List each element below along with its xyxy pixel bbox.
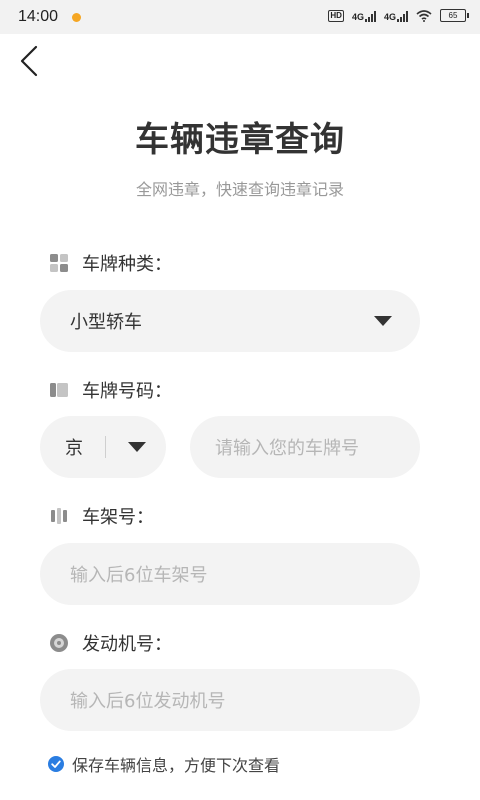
status-icons: HD 4G 4G 65 xyxy=(328,9,469,22)
signal-2: 4G xyxy=(384,10,408,22)
page-title: 车辆违章查询 xyxy=(135,120,345,160)
engine-input[interactable]: 输入后6位发动机号 xyxy=(40,669,420,731)
engine-label-row: 发动机号： xyxy=(48,630,172,656)
vin-label-row: 车架号： xyxy=(48,503,154,529)
plate-number-placeholder: 请输入您的车牌号 xyxy=(215,438,359,459)
divider xyxy=(105,436,106,458)
vin-label: 车架号： xyxy=(82,507,154,528)
network-type-label: 4G xyxy=(351,11,364,22)
plate-number-input[interactable]: 请输入您的车牌号 xyxy=(190,416,420,478)
chevron-left-icon xyxy=(20,45,38,77)
engine-disc-icon xyxy=(48,632,70,654)
signal-bars-icon xyxy=(364,10,376,22)
battery-icon: 65 xyxy=(440,9,469,22)
status-time: 14:00 xyxy=(18,8,59,25)
hd-icon: HD xyxy=(328,9,344,22)
engine-label: 发动机号： xyxy=(82,634,172,655)
plate-type-select[interactable]: 小型轿车 xyxy=(40,290,420,352)
province-select[interactable]: 京 xyxy=(40,416,166,478)
status-bar: 14:00 HD 4G 4G 65 xyxy=(0,0,480,34)
signal-bars-icon xyxy=(397,10,408,22)
weather-sun-icon xyxy=(72,13,81,22)
network-type-label: 4G xyxy=(383,11,396,22)
checkmark-circle-icon xyxy=(48,756,64,772)
vin-placeholder: 输入后6位车架号 xyxy=(70,565,208,586)
vin-input[interactable]: 输入后6位车架号 xyxy=(40,543,420,605)
engine-placeholder: 输入后6位发动机号 xyxy=(70,691,226,712)
grid-icon xyxy=(48,252,70,274)
plate-type-label-row: 车牌种类： xyxy=(48,250,172,276)
save-info-checkbox[interactable]: 保存车辆信息，方便下次查看 xyxy=(48,752,280,776)
frame-icon xyxy=(48,505,70,527)
chevron-down-icon xyxy=(374,316,392,326)
save-info-label: 保存车辆信息，方便下次查看 xyxy=(72,756,281,775)
plate-number-label: 车牌号码： xyxy=(82,381,172,402)
wifi-icon xyxy=(416,9,432,22)
province-value: 京 xyxy=(65,438,83,459)
plate-number-label-row: 车牌号码： xyxy=(48,377,172,403)
back-button[interactable] xyxy=(16,44,46,78)
plate-type-label: 车牌种类： xyxy=(82,254,172,275)
chevron-down-icon xyxy=(128,442,146,452)
page-subtitle: 全网违章，快速查询违章记录 xyxy=(135,180,344,199)
signal-1: 4G xyxy=(352,10,376,22)
plate-type-value: 小型轿车 xyxy=(70,312,142,333)
plate-card-icon xyxy=(48,379,70,401)
